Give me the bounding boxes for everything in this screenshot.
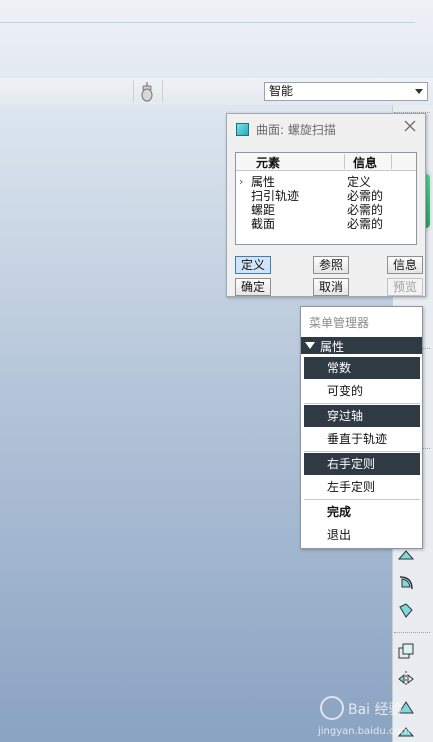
menu-manager: 菜单管理器 属性 常数 可变的 穿过轴 垂直于轨迹 右手定则 左手定则 完成 退… (300, 306, 423, 549)
toolbar-separator (162, 80, 163, 102)
column-divider (344, 154, 345, 169)
element-list[interactable]: 元素 信息 › 属性 定义 扫引轨迹 必需的 螺距 必需的 截面 必需的 (235, 152, 417, 245)
row-element: 螺距 (251, 203, 276, 217)
row-element: 截面 (251, 217, 276, 231)
divider (0, 22, 415, 23)
define-button[interactable]: 定义 (235, 256, 271, 274)
menu-separator (304, 499, 420, 500)
list-row[interactable]: 螺距 必需的 (236, 203, 416, 217)
preview-button[interactable]: 预览 (387, 278, 423, 296)
collapse-triangle-icon (305, 342, 315, 349)
menu-section-header[interactable]: 属性 (301, 337, 422, 354)
menu-item-left-handed[interactable]: 左手定则 (304, 476, 420, 498)
copy-icon[interactable] (396, 641, 416, 661)
menu-section-label: 属性 (320, 340, 345, 354)
row-info: 定义 (347, 175, 372, 189)
list-header: 元素 信息 (236, 153, 416, 171)
mirror-icon[interactable] (396, 669, 416, 689)
menu-item-exit[interactable]: 退出 (304, 524, 420, 546)
column-header-info: 信息 (353, 156, 378, 170)
row-element: 扫引轨迹 (251, 189, 300, 203)
list-row[interactable]: › 属性 定义 (236, 175, 416, 189)
row-info: 必需的 (347, 217, 384, 231)
chevron-down-icon (415, 89, 423, 94)
row-info: 必需的 (347, 189, 384, 203)
close-icon[interactable] (403, 119, 417, 133)
column-divider (391, 154, 392, 169)
menu-item-through-axis[interactable]: 穿过轴 (304, 405, 420, 427)
chamfer-icon[interactable] (396, 601, 416, 621)
menu-item-variable[interactable]: 可变的 (304, 380, 420, 402)
column-header-element: 元素 (256, 156, 281, 170)
current-row-icon: › (239, 175, 244, 188)
selection-filter-value: 智能 (269, 84, 294, 98)
dialog-title: 曲面: 螺旋扫描 (256, 123, 336, 137)
menu-item-right-handed[interactable]: 右手定则 (304, 453, 420, 475)
round-icon[interactable] (396, 573, 416, 593)
menu-item-done[interactable]: 完成 (304, 501, 420, 523)
helical-sweep-dialog: 曲面: 螺旋扫描 元素 信息 › 属性 定义 扫引轨迹 必需的 螺距 必需的 截… (226, 113, 426, 297)
menu-item-normal-to-trajectory[interactable]: 垂直于轨迹 (304, 428, 420, 450)
menu-separator (304, 451, 420, 452)
row-info: 必需的 (347, 203, 384, 217)
menu-item-constant[interactable]: 常数 (304, 357, 420, 379)
cancel-button[interactable]: 取消 (313, 278, 349, 296)
selection-filter-select[interactable]: 智能 (264, 82, 428, 101)
toolbar-separator (394, 632, 430, 634)
reference-button[interactable]: 参照 (313, 256, 349, 274)
row-element: 属性 (251, 175, 276, 189)
menu-separator (304, 403, 420, 404)
ok-button[interactable]: 确定 (235, 278, 271, 296)
info-button[interactable]: 信息 (387, 256, 423, 274)
mouse-icon[interactable] (139, 82, 155, 102)
menu-manager-title: 菜单管理器 (309, 316, 370, 330)
toolbar-separator (133, 80, 134, 102)
surface-icon (236, 123, 249, 136)
offset-icon[interactable] (396, 722, 416, 742)
list-row[interactable]: 扫引轨迹 必需的 (236, 189, 416, 203)
list-row[interactable]: 截面 必需的 (236, 217, 416, 231)
trim-icon[interactable] (396, 697, 416, 717)
